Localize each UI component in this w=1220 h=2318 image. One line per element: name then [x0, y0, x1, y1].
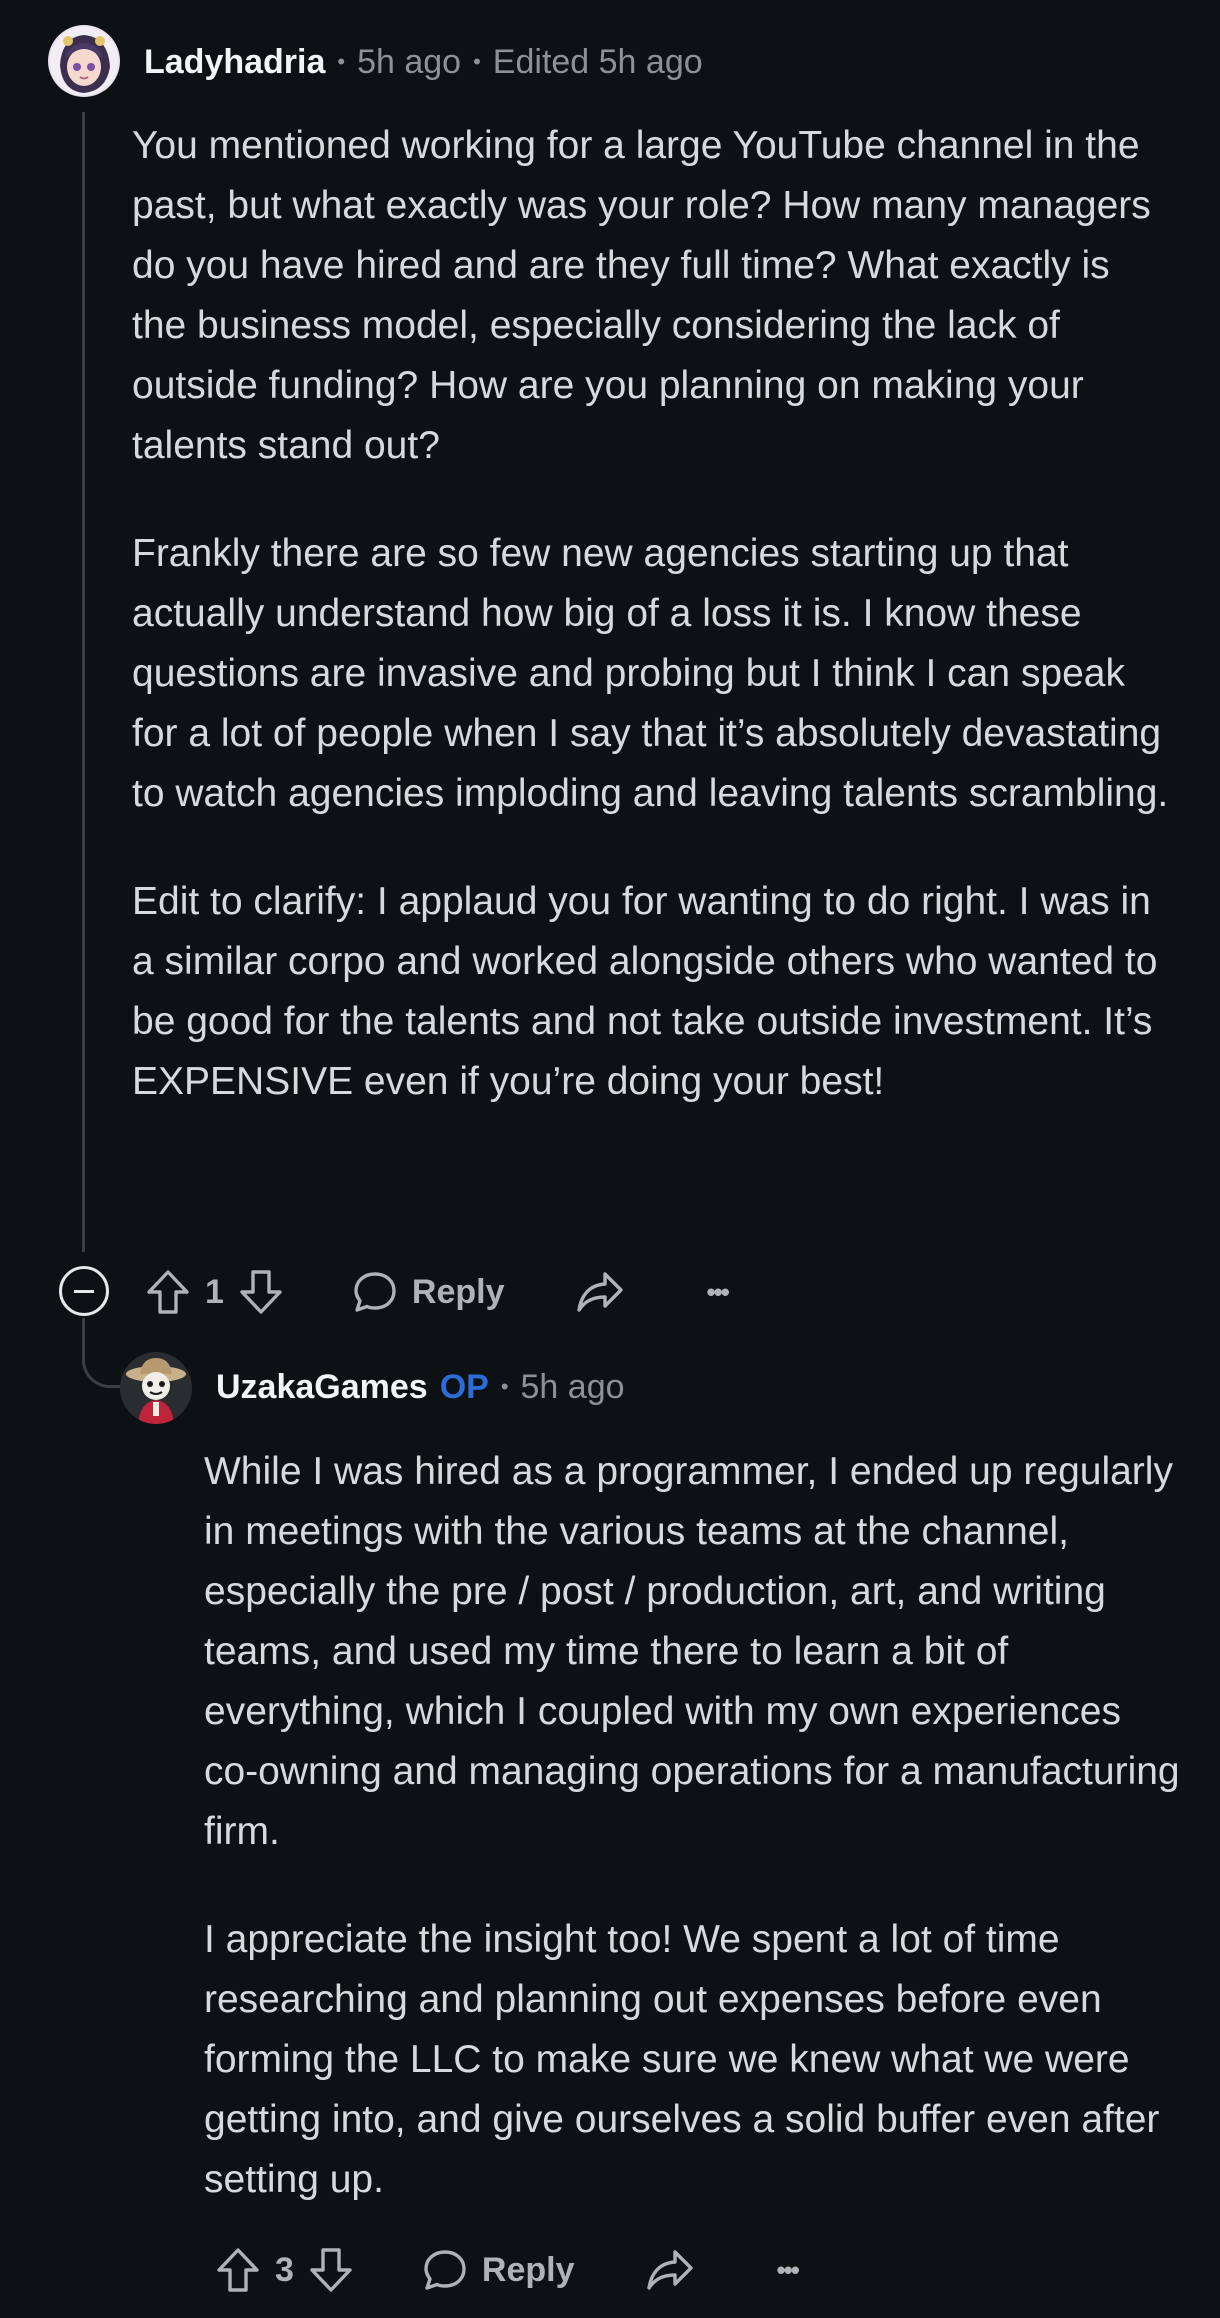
- comment-header: Ladyhadria • 5h ago • Edited 5h ago: [144, 42, 703, 82]
- separator-dot: •: [473, 49, 481, 74]
- timestamp: 5h ago: [357, 42, 462, 81]
- comment-paragraph: While I was hired as a programmer, I end…: [204, 1450, 1180, 1853]
- comment-actions: 1 Reply •••: [145, 1262, 730, 1322]
- upvote-arrow-icon[interactable]: [215, 2246, 261, 2294]
- downvote-arrow-icon[interactable]: [308, 2246, 354, 2294]
- share-arrow-icon[interactable]: [575, 1270, 625, 1314]
- avatar[interactable]: [48, 25, 120, 97]
- reply-button[interactable]: Reply: [422, 2247, 575, 2293]
- vote-score: 1: [205, 1272, 224, 1311]
- speech-bubble-icon: [422, 2247, 468, 2293]
- username[interactable]: Ladyhadria: [144, 43, 325, 82]
- reply-label: Reply: [411, 1272, 505, 1311]
- reply-button[interactable]: Reply: [352, 1269, 505, 1315]
- timestamp: 5h ago: [520, 1367, 625, 1406]
- vote-score: 3: [275, 2250, 294, 2289]
- separator-dot: •: [337, 49, 346, 74]
- reply-label: Reply: [481, 2250, 575, 2289]
- upvote-arrow-icon[interactable]: [145, 1268, 191, 1316]
- share-arrow-icon[interactable]: [645, 2248, 695, 2292]
- username[interactable]: UzakaGames: [216, 1368, 428, 1407]
- thread-connector: [82, 1336, 122, 1388]
- comment-body: You mentioned working for a large YouTub…: [132, 116, 1172, 1112]
- comment-paragraph: You mentioned working for a large YouTub…: [132, 124, 1151, 467]
- comment-paragraph: I appreciate the insight too! We spent a…: [204, 1918, 1160, 2201]
- comment-actions: 3 Reply •••: [215, 2240, 800, 2300]
- ellipsis-icon[interactable]: •••: [707, 1277, 730, 1308]
- edited-label: Edited 5h ago: [492, 42, 703, 81]
- ellipsis-icon[interactable]: •••: [777, 2255, 800, 2286]
- comment-header: UzakaGames OP • 5h ago: [216, 1367, 625, 1407]
- comment-body: While I was hired as a programmer, I end…: [204, 1442, 1184, 2210]
- op-badge: OP: [439, 1367, 489, 1406]
- downvote-arrow-icon[interactable]: [238, 1268, 284, 1316]
- separator-dot: •: [500, 1374, 509, 1399]
- collapse-minus-icon: [74, 1289, 94, 1293]
- avatar[interactable]: [120, 1352, 192, 1424]
- thread-line[interactable]: [82, 1318, 85, 1338]
- comment-thread: Ladyhadria • 5h ago • Edited 5h ago You …: [0, 0, 1220, 2318]
- speech-bubble-icon: [352, 1269, 398, 1315]
- thread-line[interactable]: [82, 112, 85, 1252]
- collapse-button[interactable]: [59, 1266, 109, 1316]
- comment-paragraph: Edit to clarify: I applaud you for wanti…: [132, 880, 1158, 1103]
- comment-paragraph: Frankly there are so few new agencies st…: [132, 532, 1169, 815]
